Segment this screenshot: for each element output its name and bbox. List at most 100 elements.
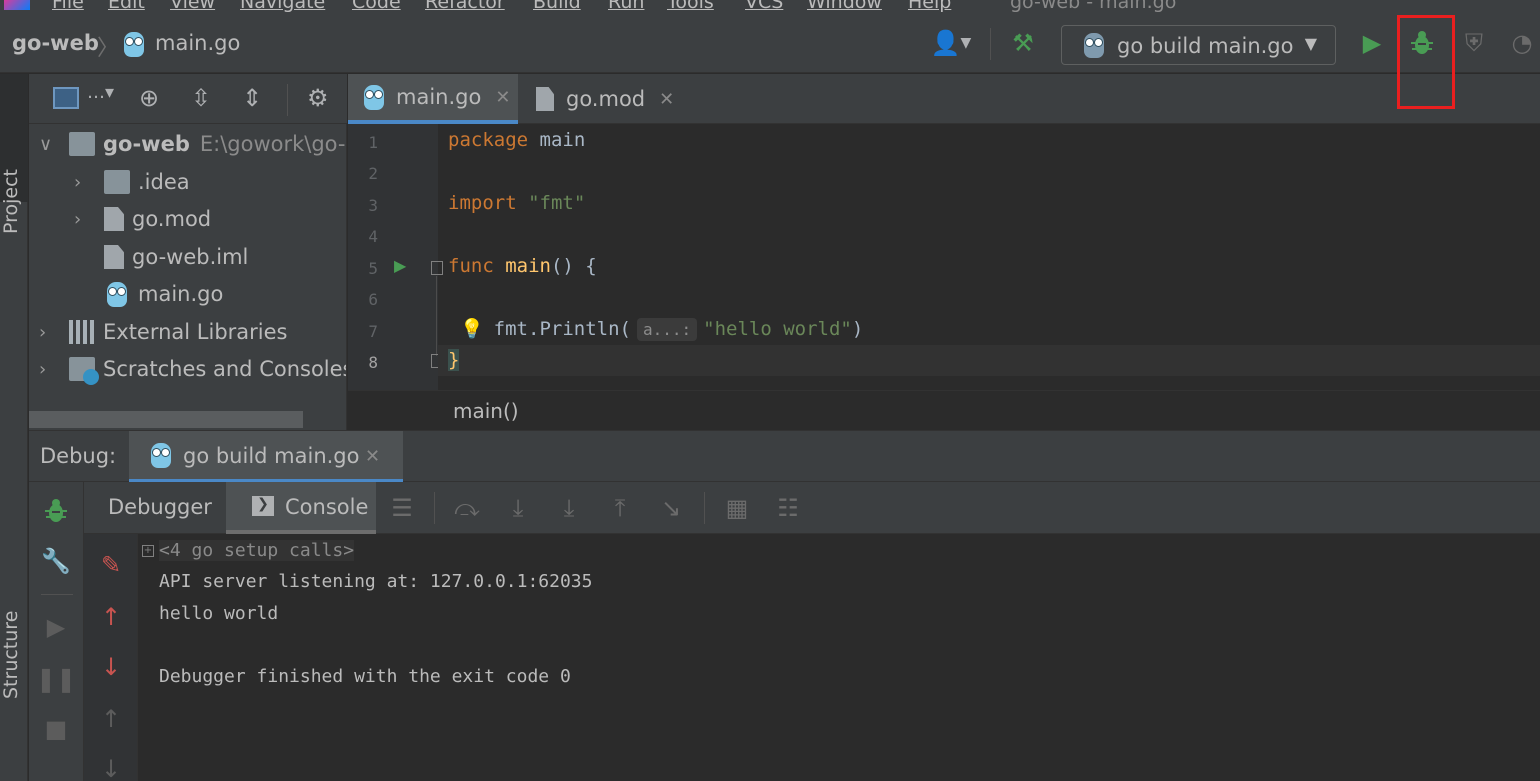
chevron-down-icon: ∨ xyxy=(39,133,53,155)
breadcrumb-project[interactable]: go-web xyxy=(12,31,99,55)
menu-file[interactable]: File xyxy=(52,0,84,13)
function-breadcrumb[interactable]: main() xyxy=(453,399,519,423)
resume-icon[interactable]: ▶ xyxy=(39,610,73,644)
tree-item-idea[interactable]: › .idea xyxy=(74,164,190,200)
wrench-settings-icon[interactable]: 🔧 xyxy=(39,544,73,578)
console-output[interactable]: + <4 go setup calls> API server listenin… xyxy=(139,534,1540,781)
menu-code[interactable]: Code xyxy=(352,0,401,13)
chevron-right-icon: › xyxy=(74,171,82,193)
stop-icon[interactable]: ■ xyxy=(39,712,73,746)
show-execution-point-icon[interactable]: ⤼ xyxy=(450,491,484,525)
debug-label: Debug: xyxy=(40,444,117,468)
tab-console[interactable]: ❯ Console xyxy=(226,482,376,534)
gopher-icon xyxy=(124,32,144,57)
code-line: } xyxy=(448,349,460,371)
run-configuration-selector[interactable]: go build main.go ▼ xyxy=(1061,25,1336,65)
tree-item-scratches[interactable]: › Scratches and Consoles xyxy=(39,351,346,387)
collapse-all-icon[interactable]: ⇕ xyxy=(242,84,262,112)
tree-root-go-web[interactable]: ∨ go-web E:\gowork\go- xyxy=(39,126,346,162)
arrow-up-icon[interactable]: ↑ xyxy=(94,702,128,736)
menu-window[interactable]: Window xyxy=(807,0,882,13)
settings-gear-icon[interactable]: ⚙ xyxy=(307,84,329,112)
horizontal-scrollbar[interactable] xyxy=(29,411,303,428)
arrow-down-icon[interactable]: ↓ xyxy=(94,752,128,781)
run-with-coverage-icon[interactable]: ⛨ xyxy=(1457,24,1491,62)
tree-item-go-mod[interactable]: › go.mod xyxy=(74,201,211,237)
tree-item-label: External Libraries xyxy=(103,320,288,344)
tree-item-main-go[interactable]: main.go xyxy=(104,276,223,312)
run-to-cursor-icon[interactable]: ↘ xyxy=(654,491,688,525)
editor-gutter: 1 2 3 4 5 6 7 8 ▶ xyxy=(348,124,443,390)
tab-go-mod[interactable]: go.mod ✕ xyxy=(520,74,680,124)
step-into-icon[interactable]: ⤓ xyxy=(552,491,586,525)
debug-side-toolbar: 🔧 ▶ ❚❚ ■ xyxy=(29,482,84,781)
line-number: 2 xyxy=(368,164,378,183)
folder-icon xyxy=(104,170,130,194)
structure-tool-button[interactable]: Structure xyxy=(0,611,22,699)
menu-lines-icon[interactable]: ☰ xyxy=(385,491,419,525)
parameter-hint: a...: xyxy=(636,318,698,341)
user-account-icon[interactable]: 👤 ▼ xyxy=(926,24,976,62)
run-gutter-icon[interactable]: ▶ xyxy=(394,256,406,275)
gopher-icon xyxy=(1084,33,1104,58)
step-out-icon[interactable]: ⤒ xyxy=(603,491,637,525)
menu-view[interactable]: View xyxy=(170,0,215,13)
clear-console-icon[interactable]: ✎ xyxy=(94,548,128,582)
menu-tools[interactable]: Tools xyxy=(667,0,714,13)
tab-debug-session[interactable]: go build main.go ✕ xyxy=(129,431,403,483)
tab-debugger[interactable]: Debugger xyxy=(108,495,212,519)
debug-session-label: go build main.go xyxy=(183,444,360,468)
chevron-right-icon: › xyxy=(39,358,47,380)
view-mode-icon[interactable] xyxy=(53,87,79,109)
project-tool-button[interactable]: Project xyxy=(0,169,22,234)
console-line-collapsed[interactable]: <4 go setup calls> xyxy=(159,540,355,561)
tab-label: go.mod xyxy=(566,87,646,111)
menu-help[interactable]: Help xyxy=(908,0,951,13)
code-editor[interactable]: package main import "fmt" func main() { … xyxy=(438,124,1540,390)
profile-icon[interactable]: ◔ xyxy=(1505,24,1539,62)
step-over-icon[interactable]: ⤓ xyxy=(501,491,535,525)
gopher-icon xyxy=(151,443,171,468)
editor-tab-bar: main.go ✕ go.mod ✕ xyxy=(348,74,1540,124)
tree-item-go-web-iml[interactable]: go-web.iml xyxy=(104,239,248,275)
file-icon xyxy=(104,245,124,269)
close-icon[interactable]: ✕ xyxy=(365,446,380,467)
module-folder-icon xyxy=(69,132,95,156)
highlight-annotation-box xyxy=(1397,15,1455,109)
menu-vcs[interactable]: VCS xyxy=(745,0,783,13)
debug-bug-icon[interactable] xyxy=(39,494,73,528)
expand-all-icon[interactable]: ⇳ xyxy=(191,84,211,112)
menu-refactor[interactable]: Refactor xyxy=(425,0,505,13)
close-icon[interactable]: ✕ xyxy=(495,87,510,108)
menu-build[interactable]: Build xyxy=(533,0,581,13)
ide-logo-icon xyxy=(4,0,30,10)
intention-bulb-icon[interactable]: 💡 xyxy=(460,318,484,340)
code-line: 💡 fmt.Println(a...: "hello world") xyxy=(460,318,864,341)
breadcrumb-file[interactable]: main.go xyxy=(155,31,240,55)
tree-item-label: main.go xyxy=(138,282,224,306)
run-icon[interactable]: ▶ xyxy=(1355,24,1389,62)
build-hammer-icon[interactable]: ⚒ xyxy=(1004,24,1042,62)
tree-item-label: .idea xyxy=(138,170,190,194)
evaluate-expression-icon[interactable]: ▦ xyxy=(720,491,754,525)
menu-run[interactable]: Run xyxy=(608,0,644,13)
menu-navigate[interactable]: Navigate xyxy=(240,0,325,13)
menu-edit[interactable]: Edit xyxy=(108,0,145,13)
chevron-down-icon: ▼ xyxy=(1304,34,1317,53)
tab-label: main.go xyxy=(396,85,482,109)
tab-main-go[interactable]: main.go ✕ xyxy=(348,74,518,124)
close-icon[interactable]: ✕ xyxy=(659,89,674,110)
view-mode-dropdown-icon[interactable]: …▾ xyxy=(87,82,114,103)
navigation-bar: go-web 〉 main.go 👤 ▼ ⚒ go build main.go ▼… xyxy=(0,14,1540,73)
locate-file-icon[interactable]: ⊕ xyxy=(139,84,159,112)
arrow-down-icon[interactable]: ↓ xyxy=(94,650,128,684)
libraries-icon xyxy=(69,320,95,344)
line-number: 5 xyxy=(368,259,378,278)
tree-item-external-libraries[interactable]: › External Libraries xyxy=(39,314,288,350)
trace-icon[interactable]: ☷ xyxy=(771,491,805,525)
pause-icon[interactable]: ❚❚ xyxy=(36,662,76,696)
left-tool-stripe: Project Structure xyxy=(0,74,28,781)
arrow-up-icon[interactable]: ↑ xyxy=(94,600,128,634)
expand-icon[interactable]: + xyxy=(142,545,154,557)
project-tree: ∨ go-web E:\gowork\go- › .idea › go.mod … xyxy=(29,124,347,430)
